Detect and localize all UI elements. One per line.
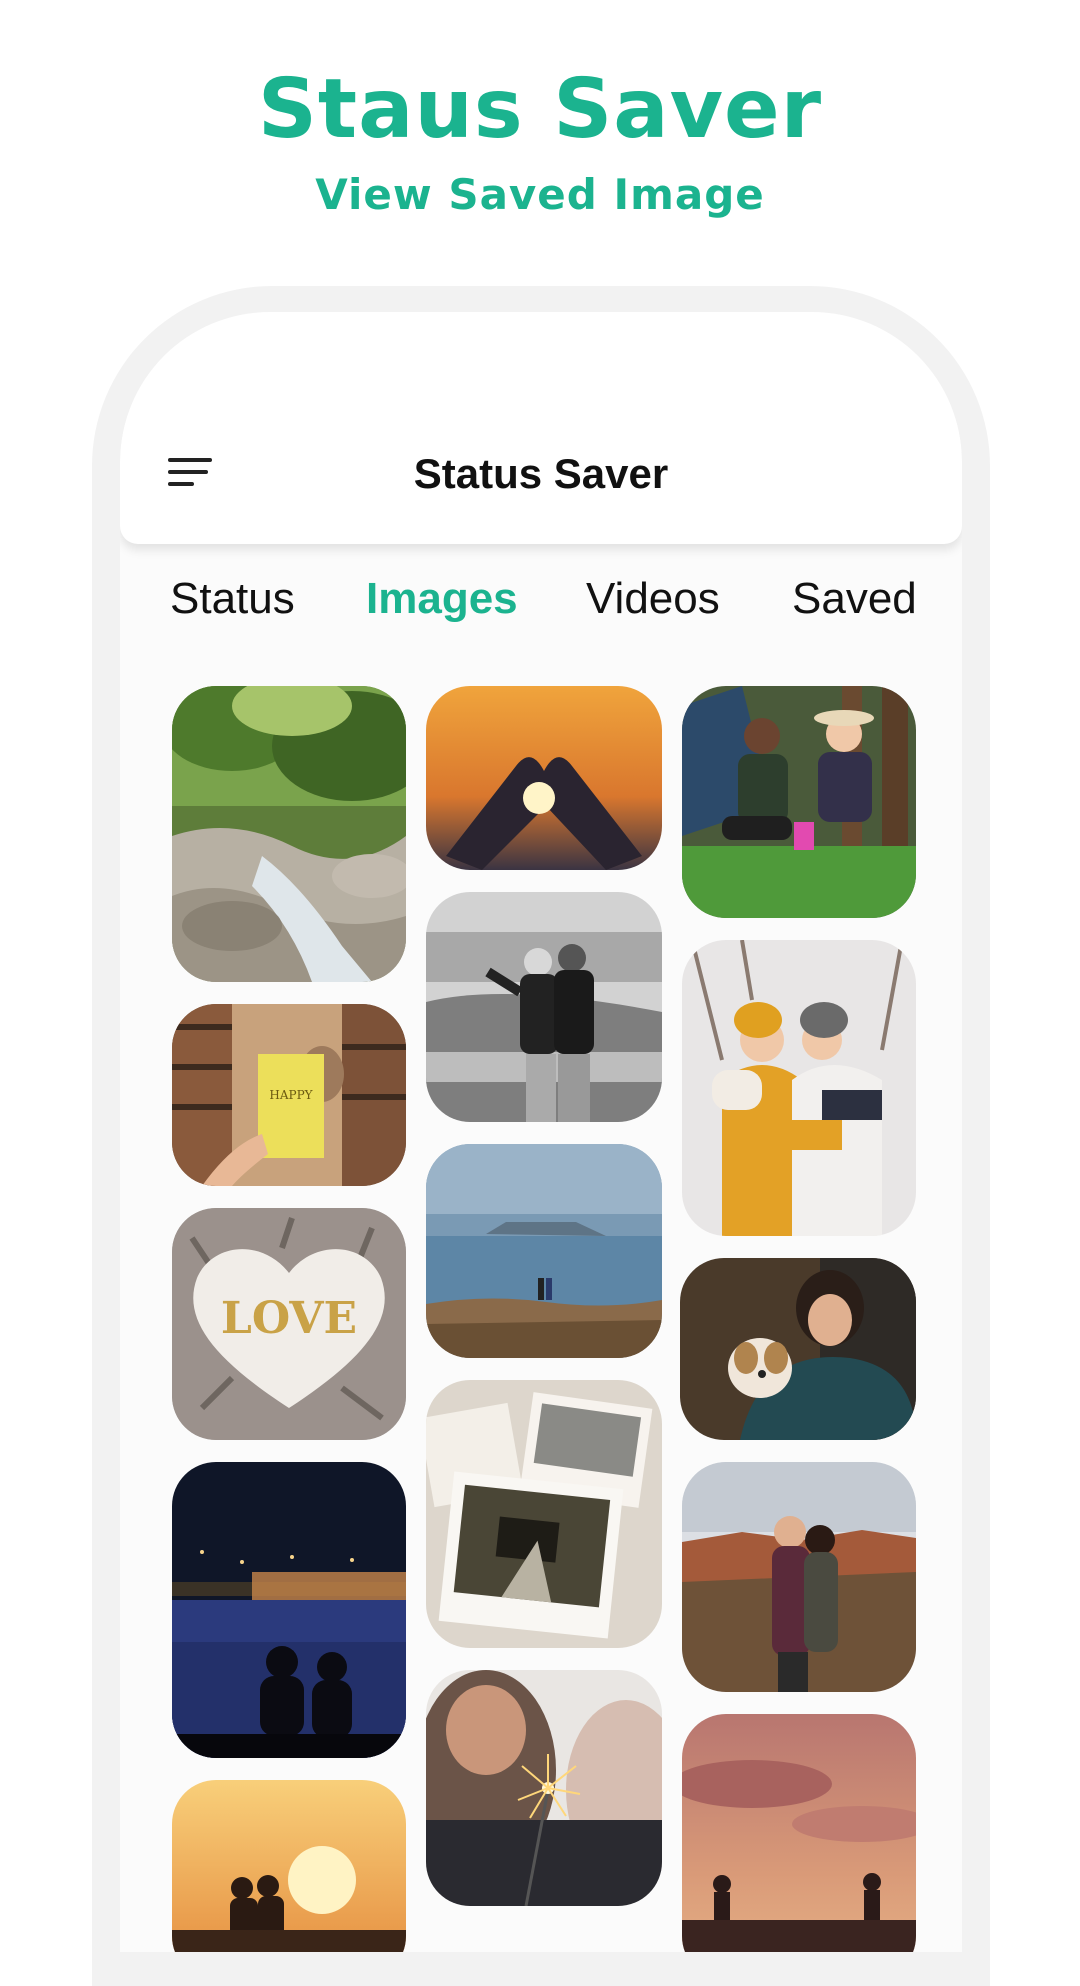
image-tile-forest-stream[interactable]	[172, 686, 406, 982]
image-tile-bw-couple[interactable]	[426, 892, 662, 1122]
image-tile-snow-couple[interactable]	[682, 940, 916, 1236]
promo-title: Staus Saver	[257, 62, 823, 157]
image-tile-love-heart[interactable]: LOVE	[172, 1208, 406, 1440]
image-grid: HAPPY LOVE	[120, 312, 962, 1952]
app-title: Status Saver	[413, 450, 669, 497]
tab-images[interactable]: Images	[366, 574, 518, 624]
image-tile-polaroids[interactable]	[426, 1380, 662, 1648]
image-tile-picnic[interactable]	[682, 686, 916, 918]
app-bar: Status Saver	[120, 312, 962, 544]
image-tile-dog-hug[interactable]	[680, 1258, 916, 1440]
image-tile-pink-sky[interactable]	[682, 1714, 916, 1952]
image-tile-cliff-sea[interactable]	[426, 1144, 662, 1358]
phone-screen: HAPPY LOVE Status Saver Status Images Vi…	[120, 312, 962, 1952]
image-tile-heart-hands[interactable]	[426, 686, 662, 870]
image-tile-sparkler[interactable]	[426, 1670, 662, 1906]
image-tile-canyon-couple[interactable]	[682, 1462, 916, 1692]
image-tile-lake-night[interactable]	[172, 1462, 406, 1758]
svg-text:HAPPY: HAPPY	[269, 1088, 313, 1102]
tab-saved[interactable]: Saved	[792, 574, 917, 624]
tab-bar: Status Images Videos Saved	[120, 574, 962, 654]
tab-videos[interactable]: Videos	[586, 574, 720, 624]
image-tile-happy-book[interactable]: HAPPY	[172, 1004, 406, 1186]
promo-subtitle: View Saved Image	[315, 170, 765, 219]
svg-text:LOVE: LOVE	[221, 1293, 357, 1344]
image-tile-sunset-couple[interactable]	[172, 1780, 406, 1952]
tab-status[interactable]: Status	[170, 574, 295, 624]
